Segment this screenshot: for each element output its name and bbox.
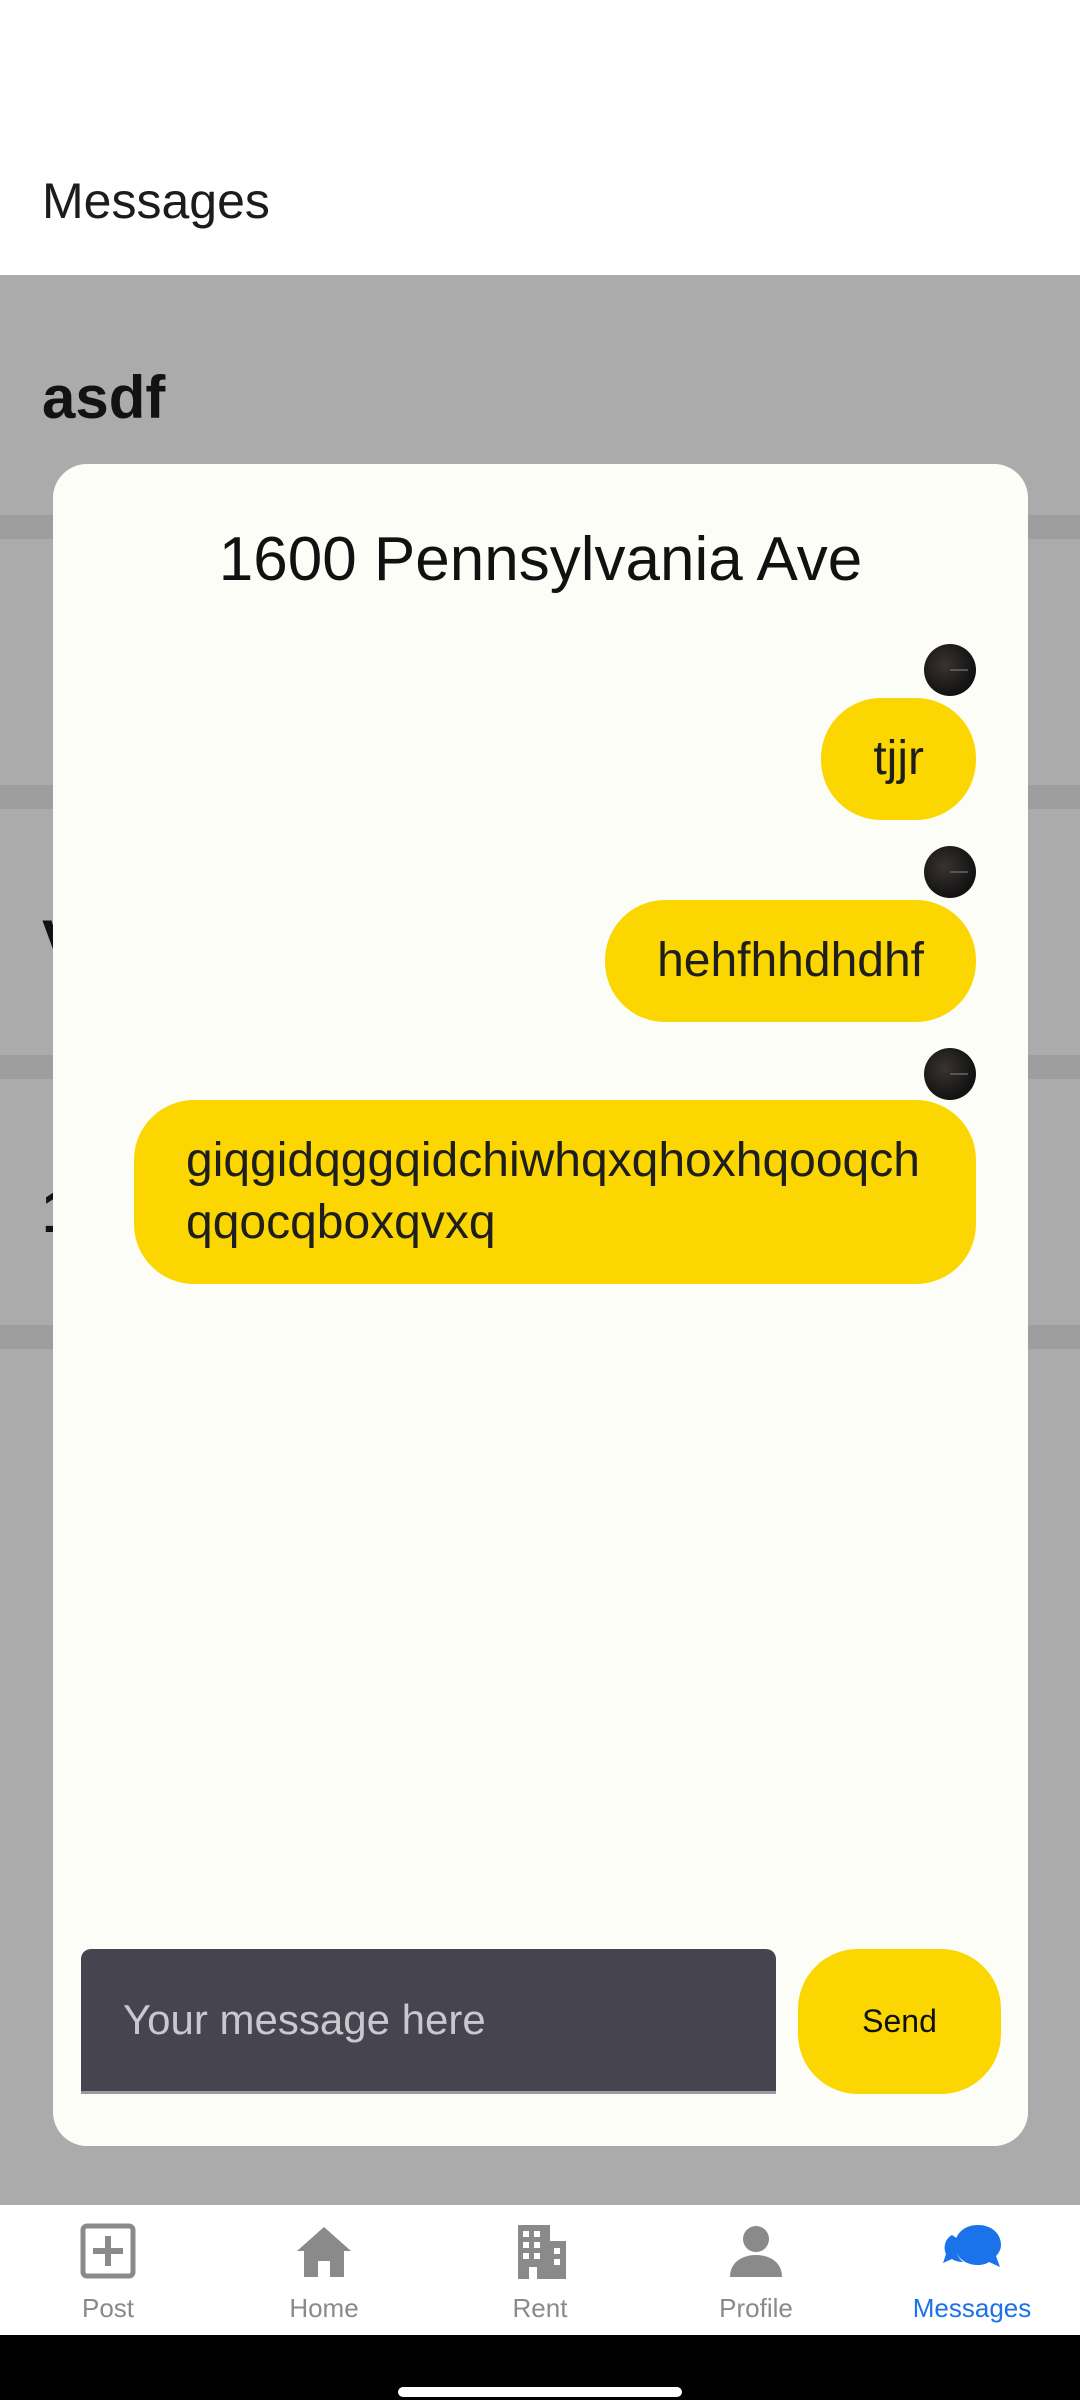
building-icon: [518, 2225, 566, 2279]
chat-bubbles-icon: [943, 2225, 1001, 2267]
nav-label: Rent: [512, 2293, 568, 2323]
message-input-container: [81, 1949, 776, 2094]
avatar: [924, 846, 976, 898]
message-input[interactable]: [81, 1949, 776, 2091]
send-button[interactable]: Send: [798, 1949, 1001, 2094]
nav-item-home[interactable]: Home: [216, 2205, 432, 2335]
home-indicator[interactable]: [398, 2387, 682, 2397]
chat-dialog: 1600 Pennsylvania Ave tjjr hehfhhdhdhf g…: [53, 464, 1028, 2146]
page-title: Messages: [42, 173, 270, 229]
nav-label: Home: [289, 2293, 359, 2323]
nav-label: Profile: [719, 2293, 793, 2323]
dialog-title: 1600 Pennsylvania Ave: [218, 525, 863, 594]
plus-square-icon: [80, 2223, 136, 2279]
nav-item-post[interactable]: Post: [0, 2205, 216, 2335]
bottom-navigation: Post Home Rent Profile Messages: [0, 2205, 1080, 2335]
app-header: Messages: [0, 0, 1080, 275]
message-bubble: giqgidqggqidchiwhqxqhoxhqooqchqqocqboxqv…: [134, 1100, 976, 1284]
home-icon: [297, 2227, 351, 2277]
person-icon: [730, 2226, 782, 2277]
nav-item-messages[interactable]: Messages: [864, 2205, 1080, 2335]
message-bubble: hehfhhdhdhf: [605, 900, 976, 1022]
avatar: [924, 1048, 976, 1100]
nav-label: Messages: [912, 2293, 1032, 2323]
nav-item-profile[interactable]: Profile: [648, 2205, 864, 2335]
message-bubble: tjjr: [821, 698, 976, 820]
avatar: [924, 644, 976, 696]
nav-label: Post: [81, 2293, 135, 2323]
nav-item-rent[interactable]: Rent: [432, 2205, 648, 2335]
